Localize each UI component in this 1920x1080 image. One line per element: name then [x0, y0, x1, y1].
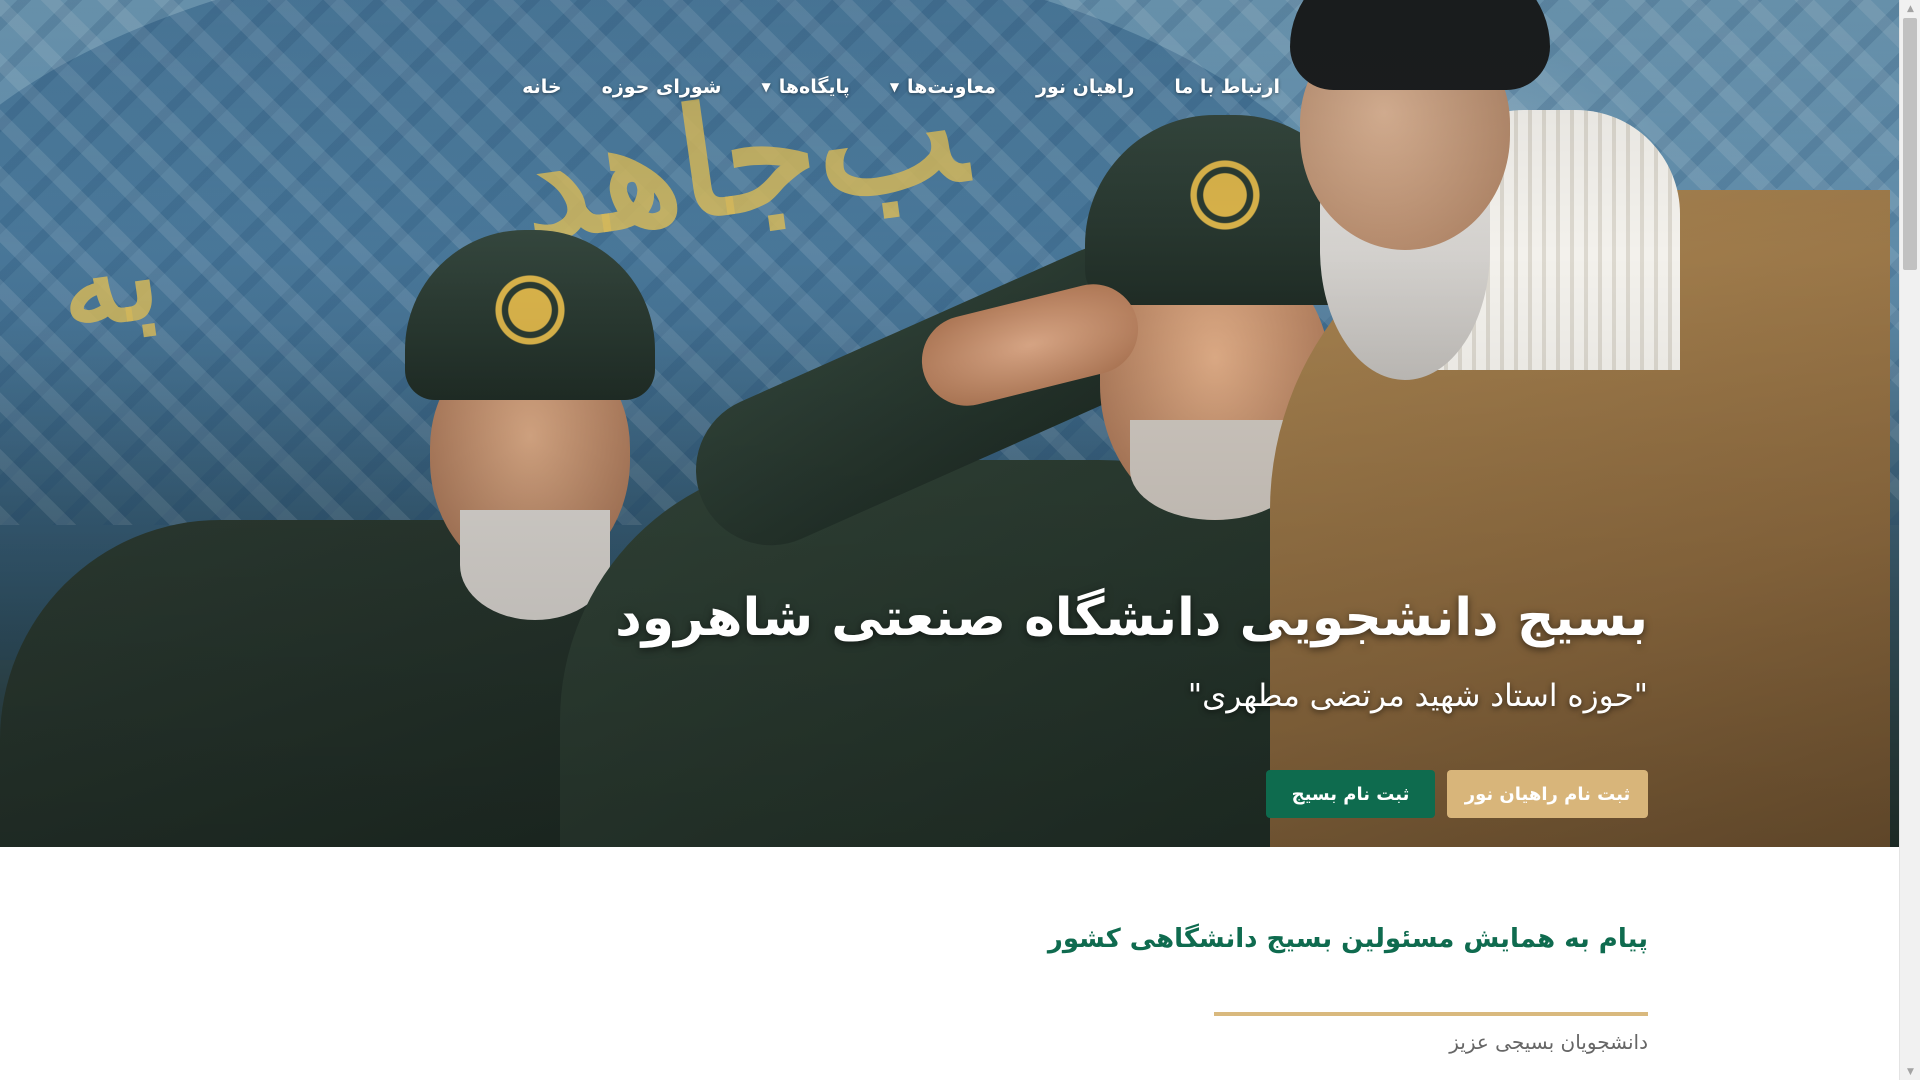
- nav-item-label: پایگاه‌ها: [778, 76, 850, 98]
- nav-item-council[interactable]: شورای حوزه: [602, 76, 722, 98]
- nav-item-label: خانه: [522, 76, 562, 98]
- chevron-down-icon: ▼: [761, 80, 771, 94]
- nav-item-label: راهیان نور: [1036, 76, 1135, 98]
- basij-register-button[interactable]: ثبت نام بسیج: [1266, 770, 1435, 818]
- nav-item-label: معاونت‌ها: [907, 76, 997, 98]
- section-title: پیام به همایش مسئولین بسیج دانشگاهی کشور: [1047, 924, 1648, 954]
- main-navigation: خانه شورای حوزه پایگاه‌ها ▼ معاونت‌ها ▼ …: [522, 76, 1280, 98]
- rahian-noor-register-button[interactable]: ثبت نام راهیان نور: [1447, 770, 1648, 818]
- hero-button-group: ثبت نام راهیان نور ثبت نام بسیج: [1266, 770, 1648, 818]
- page-scrollbar[interactable]: ▲ ▼: [1899, 0, 1920, 1080]
- hero-subtitle: "حوزه استاد شهید مرتضی مطهری": [1187, 678, 1648, 714]
- nav-item-home[interactable]: خانه: [522, 76, 561, 98]
- hero-banner: ﺐﺟﺎﻫﺪ ﺑﻪ: [0, 0, 1899, 847]
- hero-title: بسیج دانشجویی دانشگاه صنعتی شاهرود: [615, 588, 1648, 648]
- nav-item-label: شورای حوزه: [601, 76, 722, 98]
- message-greeting: دانشجویان بسیجی عزیز: [1449, 1030, 1648, 1054]
- scrollbar-thumb[interactable]: [1903, 18, 1917, 270]
- section-divider: [1214, 1012, 1648, 1016]
- nav-item-rahian-noor[interactable]: راهیان نور: [1036, 76, 1134, 98]
- scroll-up-arrow-icon[interactable]: ▲: [1900, 0, 1920, 17]
- button-label: ثبت نام راهیان نور: [1464, 783, 1631, 805]
- nav-item-deputies[interactable]: معاونت‌ها ▼: [890, 76, 996, 98]
- scroll-down-arrow-icon[interactable]: ▼: [1900, 1063, 1920, 1080]
- button-label: ثبت نام بسیج: [1291, 783, 1410, 805]
- nav-item-contact[interactable]: ارتباط با ما: [1174, 76, 1280, 98]
- chevron-down-icon: ▼: [889, 80, 900, 94]
- nav-item-bases[interactable]: پایگاه‌ها ▼: [761, 76, 849, 98]
- nav-item-label: ارتباط با ما: [1174, 76, 1280, 98]
- hero-overlay: [0, 0, 1899, 847]
